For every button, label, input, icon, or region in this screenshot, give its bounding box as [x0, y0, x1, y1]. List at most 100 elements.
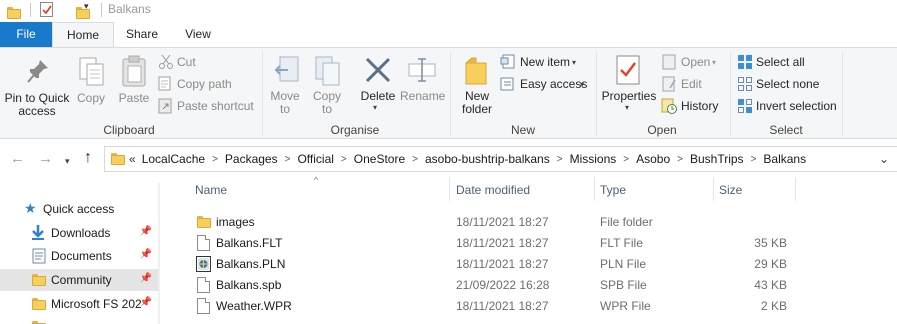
- nav-item-downloads[interactable]: Downloads 📌: [0, 222, 158, 244]
- download-arrow-icon: [30, 224, 46, 244]
- pin-icon[interactable]: 📌: [140, 297, 152, 308]
- nav-item-documents[interactable]: Documents 📌: [0, 245, 158, 267]
- nav-item-microsoft-fs-2020[interactable]: Microsoft FS 2020 📌: [0, 293, 158, 315]
- file-type: PLN File: [600, 257, 647, 271]
- tab-share[interactable]: Share: [114, 22, 170, 47]
- chevron-right-icon[interactable]: >: [623, 154, 629, 165]
- copy-to-button[interactable]: Copy to: [308, 90, 346, 116]
- breadcrumb-item[interactable]: Packages: [225, 152, 278, 166]
- folder-icon: [7, 7, 21, 19]
- paste-shortcut-button[interactable]: Paste shortcut: [177, 100, 254, 113]
- file-date: 21/09/2022 16:28: [456, 278, 550, 292]
- pin-icon: [26, 58, 50, 91]
- group-separator: [262, 52, 263, 136]
- history-button[interactable]: History: [681, 100, 718, 113]
- folder-icon: [111, 153, 125, 165]
- tab-home[interactable]: Home: [52, 22, 114, 48]
- nav-item-community[interactable]: Community 📌: [0, 269, 158, 291]
- nav-item-label: Quick access: [43, 202, 115, 216]
- copy-path-button[interactable]: Copy path: [177, 78, 232, 91]
- rename-icon: [406, 56, 438, 89]
- delete-chevron-icon[interactable]: ▾: [373, 101, 377, 114]
- easy-access-button[interactable]: Easy access: [520, 78, 587, 91]
- chevron-right-icon[interactable]: >: [212, 154, 218, 165]
- table-row[interactable]: Balkans.FLT 18/11/2021 18:27 FLT File 35…: [162, 233, 897, 254]
- breadcrumb-item[interactable]: asobo-bushtrip-balkans: [425, 152, 550, 166]
- breadcrumb-item[interactable]: Asobo: [636, 152, 670, 166]
- cut-button[interactable]: Cut: [177, 56, 196, 69]
- move-to-button[interactable]: Move to: [266, 90, 304, 116]
- address-row: ← → ▾ ↑ « LocalCache > Packages > Official…: [0, 145, 897, 173]
- open-chevron-icon[interactable]: ▾: [712, 56, 716, 69]
- file-name: Balkans.FLT: [216, 236, 283, 250]
- breadcrumb-item[interactable]: LocalCache: [142, 152, 205, 166]
- table-row[interactable]: Balkans.PLN 18/11/2021 18:27 PLN File 29…: [162, 254, 897, 275]
- chevron-right-icon[interactable]: >: [751, 154, 757, 165]
- column-divider[interactable]: [594, 177, 595, 201]
- ribbon-tab-row: File Home Share View: [0, 22, 897, 48]
- breadcrumb-item[interactable]: Official: [297, 152, 333, 166]
- select-all-button[interactable]: Select all: [756, 56, 805, 69]
- recent-locations-chevron-icon[interactable]: ▾: [65, 152, 70, 170]
- breadcrumb-overflow[interactable]: «: [129, 152, 136, 166]
- pin-icon[interactable]: 📌: [140, 273, 152, 284]
- title-divider: [30, 3, 31, 17]
- chevron-right-icon[interactable]: >: [341, 154, 347, 165]
- new-folder-button[interactable]: New folder: [456, 90, 498, 116]
- navigation-pane-scrollbar[interactable]: [158, 183, 160, 324]
- column-header-type[interactable]: Type: [600, 183, 626, 197]
- file-size: 29 KB: [754, 257, 787, 271]
- nav-item-label: Microsoft FS 2020: [51, 297, 141, 311]
- properties-check-icon[interactable]: [40, 2, 53, 17]
- breadcrumb-item[interactable]: OneStore: [354, 152, 405, 166]
- new-item-button[interactable]: New item: [520, 56, 570, 69]
- rename-button[interactable]: Rename: [400, 90, 445, 103]
- column-divider[interactable]: [795, 177, 796, 201]
- breadcrumb-item[interactable]: Balkans: [763, 152, 806, 166]
- forward-arrow-icon[interactable]: →: [38, 150, 53, 168]
- edit-button[interactable]: Edit: [681, 78, 702, 91]
- title-bar: ▾ Balkans: [0, 0, 897, 20]
- pin-icon[interactable]: 📌: [140, 226, 152, 237]
- chevron-right-icon[interactable]: >: [677, 154, 683, 165]
- delete-button[interactable]: Delete: [356, 90, 400, 103]
- column-divider[interactable]: [713, 177, 714, 201]
- chevron-right-icon[interactable]: >: [557, 154, 563, 165]
- properties-chevron-icon[interactable]: ▾: [625, 101, 629, 114]
- star-icon: ★: [24, 200, 37, 216]
- column-header-date-modified[interactable]: Date modified: [456, 183, 530, 197]
- address-history-chevron-icon[interactable]: ⌄: [879, 152, 889, 166]
- file-size: 43 KB: [754, 278, 787, 292]
- chevron-right-icon[interactable]: >: [412, 154, 418, 165]
- table-row[interactable]: Balkans.spb 21/09/2022 16:28 SPB File 43…: [162, 275, 897, 296]
- paste-button[interactable]: Paste: [114, 92, 154, 105]
- tab-view[interactable]: View: [170, 22, 226, 47]
- file-name: Balkans.spb: [216, 278, 282, 292]
- customize-toolbar-chevron-icon[interactable]: ▾: [84, 1, 89, 12]
- column-header-size[interactable]: Size: [719, 183, 742, 197]
- pin-icon[interactable]: 📌: [140, 249, 152, 260]
- column-header-name[interactable]: Name: [195, 183, 227, 197]
- new-item-chevron-icon[interactable]: ▾: [572, 56, 576, 69]
- table-row[interactable]: images 18/11/2021 18:27 File folder: [162, 212, 897, 233]
- pin-to-quick-access-button[interactable]: Pin to Quick access: [4, 92, 70, 118]
- nav-item-partial[interactable]: [0, 317, 158, 324]
- easy-access-chevron-icon[interactable]: ▾: [580, 78, 584, 91]
- chevron-right-icon[interactable]: >: [285, 154, 291, 165]
- breadcrumb-item[interactable]: BushTrips: [690, 152, 744, 166]
- table-row[interactable]: Weather.WPR 18/11/2021 18:27 WPR File 2 …: [162, 296, 897, 317]
- address-bar[interactable]: « LocalCache > Packages > Official > OneSto…: [104, 146, 897, 172]
- breadcrumb-item[interactable]: Missions: [570, 152, 617, 166]
- file-name: Balkans.PLN: [216, 257, 286, 271]
- back-arrow-icon[interactable]: ←: [10, 150, 25, 168]
- nav-item-label: Community: [51, 273, 112, 287]
- select-none-button[interactable]: Select none: [756, 78, 819, 91]
- copy-button[interactable]: Copy: [74, 92, 108, 105]
- invert-selection-button[interactable]: Invert selection: [756, 100, 837, 113]
- open-button[interactable]: Open: [681, 56, 710, 69]
- file-type: SPB File: [600, 278, 647, 292]
- up-arrow-icon[interactable]: ↑: [84, 149, 92, 167]
- nav-item-quick-access[interactable]: ★ Quick access: [0, 198, 158, 220]
- column-divider[interactable]: [449, 177, 450, 201]
- tab-file[interactable]: File: [0, 22, 52, 47]
